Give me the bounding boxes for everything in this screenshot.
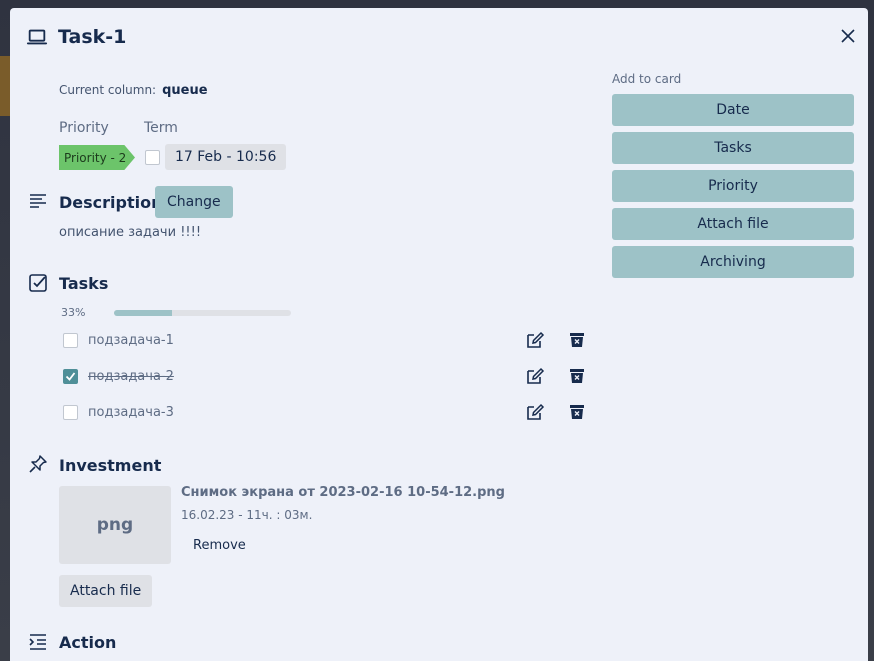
add-to-card-title: Add to card xyxy=(612,72,682,86)
description-title: Description xyxy=(59,193,163,212)
add-attach-file-button[interactable]: Attach file xyxy=(612,208,854,240)
subtask-label[interactable]: подзадача-3 xyxy=(88,405,174,420)
subtask-checkbox[interactable] xyxy=(63,368,78,384)
add-tasks-button[interactable]: Tasks xyxy=(612,132,854,164)
subtask-row: подзадача-3 xyxy=(63,402,593,422)
description-icon xyxy=(30,194,46,208)
tasks-percent: 33% xyxy=(61,306,86,319)
priority-label: Priority xyxy=(59,120,109,136)
remove-attachment-button[interactable]: Remove xyxy=(181,532,258,558)
add-date-button[interactable]: Date xyxy=(612,94,854,126)
current-column-label: Current column: xyxy=(59,83,157,97)
term-checkbox[interactable] xyxy=(145,150,160,165)
checkmark-icon xyxy=(65,371,76,381)
attach-file-button[interactable]: Attach file xyxy=(59,575,153,607)
modal-title: Task-1 xyxy=(58,26,127,48)
trash-icon[interactable] xyxy=(568,331,586,349)
laptop-icon xyxy=(26,29,48,45)
investment-title: Investment xyxy=(59,456,162,475)
trash-icon[interactable] xyxy=(568,367,586,385)
change-description-button[interactable]: Change xyxy=(155,186,233,218)
action-title: Action xyxy=(59,633,117,652)
card-modal: Task-1 Current column: queue Priority Te… xyxy=(10,8,868,661)
edit-icon[interactable] xyxy=(525,367,545,385)
activity-icon xyxy=(29,634,46,650)
archiving-button[interactable]: Archiving xyxy=(612,246,854,278)
modal-header: Task-1 xyxy=(26,26,126,48)
subtask-label[interactable]: подзадача-2 xyxy=(88,369,174,384)
checkbox-square-icon xyxy=(29,274,47,292)
term-date-button[interactable]: 17 Feb - 10:56 xyxy=(165,144,287,170)
subtask-checkbox[interactable] xyxy=(63,332,78,348)
add-priority-button[interactable]: Priority xyxy=(612,170,854,202)
tasks-progress-bar xyxy=(114,310,291,316)
term-label: Term xyxy=(144,120,178,136)
current-column: Current column: queue xyxy=(59,83,208,98)
attachment-date: 16.02.23 - 11ч. : 03м. xyxy=(181,508,313,522)
priority-badge[interactable]: Priority - 2 xyxy=(59,145,135,170)
subtask-row: подзадача-2 xyxy=(63,366,593,386)
tasks-progress-fill xyxy=(114,310,173,316)
attachment-thumbnail[interactable]: png xyxy=(59,486,171,564)
trash-icon[interactable] xyxy=(568,403,586,421)
subtask-label[interactable]: подзадача-1 xyxy=(88,333,174,348)
subtask-row: подзадача-1 xyxy=(63,330,593,350)
description-text[interactable]: описание задачи !!!! xyxy=(59,225,201,240)
tasks-title: Tasks xyxy=(59,274,109,293)
current-column-value: queue xyxy=(162,83,208,98)
pin-icon xyxy=(29,455,47,473)
subtask-checkbox[interactable] xyxy=(63,404,78,420)
close-icon[interactable] xyxy=(840,28,856,44)
add-to-card-sidebar: Add to card Date Tasks Priority Attach f… xyxy=(612,72,854,284)
board-strip xyxy=(0,56,10,116)
edit-icon[interactable] xyxy=(525,331,545,349)
attachment-name[interactable]: Снимок экрана от 2023-02-16 10-54-12.png xyxy=(181,485,505,500)
edit-icon[interactable] xyxy=(525,403,545,421)
